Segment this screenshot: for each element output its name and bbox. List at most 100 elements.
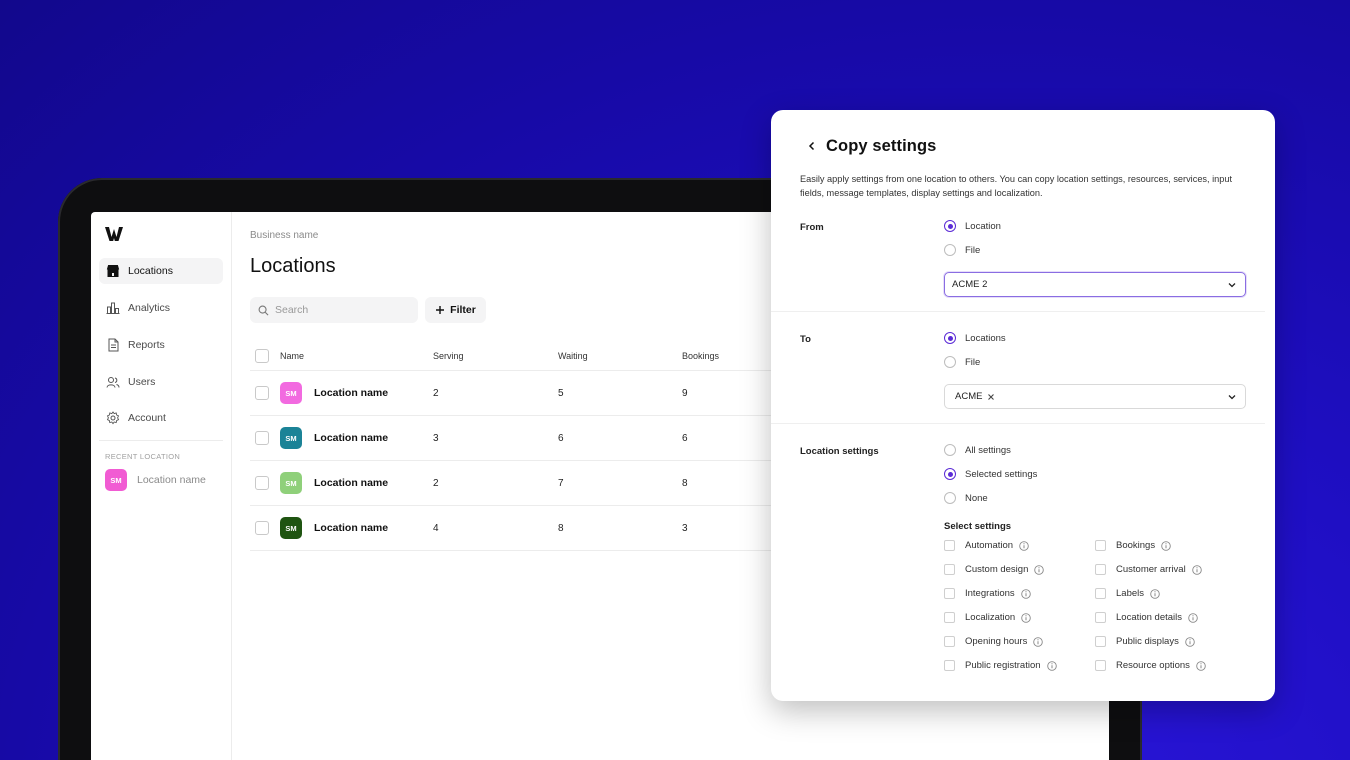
info-icon[interactable] [1191,564,1202,575]
column-header-waiting[interactable]: Waiting [558,342,588,370]
recent-location-item[interactable]: SM Location name [105,469,206,491]
info-icon[interactable] [1021,612,1031,623]
sidebar-item-label: Account [128,412,166,424]
sidebar-divider [99,440,223,441]
setting-option-localization[interactable]: Localization [944,612,1031,623]
back-chevron-icon[interactable] [805,139,819,153]
setting-checkbox[interactable] [944,612,955,623]
select-all-checkbox[interactable] [255,349,269,363]
search-input[interactable]: Search [250,297,418,323]
setting-option-location-details[interactable]: Location details [1095,612,1198,623]
bookings-value: 6 [682,432,688,444]
location-name[interactable]: Location name [314,432,388,444]
column-header-bookings[interactable]: Bookings [682,342,719,370]
info-icon[interactable] [1196,660,1206,671]
sidebar-item-analytics[interactable]: Analytics [99,295,223,321]
radio-selected[interactable] [944,220,956,232]
setting-checkbox[interactable] [944,564,955,575]
settings-option-none[interactable]: None [944,492,988,504]
from-location-select[interactable]: ACME 2 [944,272,1246,297]
bookings-value: 3 [682,522,688,534]
to-label: To [800,334,811,345]
info-icon[interactable] [1020,588,1031,599]
radio-unselected[interactable] [944,444,956,456]
setting-option-public-displays[interactable]: Public displays [1095,636,1195,647]
setting-label: Automation [965,540,1014,551]
radio-label: Locations [965,332,1006,344]
setting-checkbox[interactable] [1095,588,1106,599]
to-locations-multiselect[interactable]: ACME [944,384,1246,409]
sidebar-item-label: Locations [128,265,173,277]
setting-checkbox[interactable] [1095,540,1106,551]
info-icon[interactable] [1046,660,1057,671]
settings-option-all[interactable]: All settings [944,444,1011,456]
waiting-value: 5 [558,387,564,399]
breadcrumb[interactable]: Business name [250,230,318,241]
sidebar-item-locations[interactable]: Locations [99,258,223,284]
info-icon[interactable] [1185,636,1195,647]
setting-checkbox[interactable] [944,636,955,647]
radio-selected[interactable] [944,468,956,480]
users-icon [106,377,120,388]
setting-checkbox[interactable] [1095,636,1106,647]
radio-unselected[interactable] [944,244,956,256]
setting-option-bookings[interactable]: Bookings [1095,540,1171,551]
recent-location-label: RECENT LOCATION [105,452,181,461]
row-checkbox[interactable] [255,431,269,445]
setting-checkbox[interactable] [1095,660,1106,671]
location-name[interactable]: Location name [314,387,388,399]
setting-label: Localization [965,612,1016,623]
setting-option-labels[interactable]: Labels [1095,588,1160,599]
column-header-name[interactable]: Name [280,342,304,370]
setting-option-integrations[interactable]: Integrations [944,588,1031,599]
sidebar-item-users[interactable]: Users [99,369,223,395]
info-icon[interactable] [1034,564,1045,575]
close-icon[interactable] [987,393,995,401]
setting-option-custom-design[interactable]: Custom design [944,564,1045,575]
from-option-location[interactable]: Location [944,220,1001,232]
location-name[interactable]: Location name [314,522,388,534]
radio-label: Selected settings [965,468,1038,480]
setting-option-opening-hours[interactable]: Opening hours [944,636,1044,647]
location-settings-label: Location settings [800,446,879,457]
bookings-value: 8 [682,477,688,489]
setting-checkbox[interactable] [944,588,955,599]
chevron-down-icon [1228,283,1236,288]
location-name[interactable]: Location name [314,477,388,489]
setting-checkbox[interactable] [944,540,955,551]
to-option-locations[interactable]: Locations [944,332,1006,344]
info-icon[interactable] [1188,612,1198,623]
setting-option-customer-arrival[interactable]: Customer arrival [1095,564,1202,575]
row-checkbox[interactable] [255,476,269,490]
info-icon[interactable] [1161,540,1171,551]
search-icon [258,305,269,315]
radio-unselected[interactable] [944,356,956,368]
to-option-file[interactable]: File [944,356,980,368]
row-checkbox[interactable] [255,521,269,535]
from-option-file[interactable]: File [944,244,980,256]
avatar: SM [105,469,127,491]
radio-selected[interactable] [944,332,956,344]
serving-value: 2 [433,387,439,399]
info-icon[interactable] [1033,636,1044,647]
setting-checkbox[interactable] [944,660,955,671]
setting-option-resource-options[interactable]: Resource options [1095,660,1206,671]
sidebar-item-reports[interactable]: Reports [99,332,223,358]
settings-option-selected[interactable]: Selected settings [944,468,1037,480]
filter-button[interactable]: Filter [425,297,486,323]
setting-option-automation[interactable]: Automation [944,540,1029,551]
info-icon[interactable] [1150,588,1160,599]
filter-label: Filter [450,304,476,316]
radio-unselected[interactable] [944,492,956,504]
chip-label: ACME [955,391,983,402]
search-placeholder: Search [275,304,309,316]
setting-checkbox[interactable] [1095,612,1106,623]
sidebar-item-account[interactable]: Account [99,405,223,431]
info-icon[interactable] [1019,540,1029,551]
setting-label: Resource options [1116,660,1190,671]
setting-option-public-registration[interactable]: Public registration [944,660,1057,671]
row-checkbox[interactable] [255,386,269,400]
sidebar-item-label: Users [128,376,156,388]
column-header-serving[interactable]: Serving [433,342,464,370]
setting-checkbox[interactable] [1095,564,1106,575]
